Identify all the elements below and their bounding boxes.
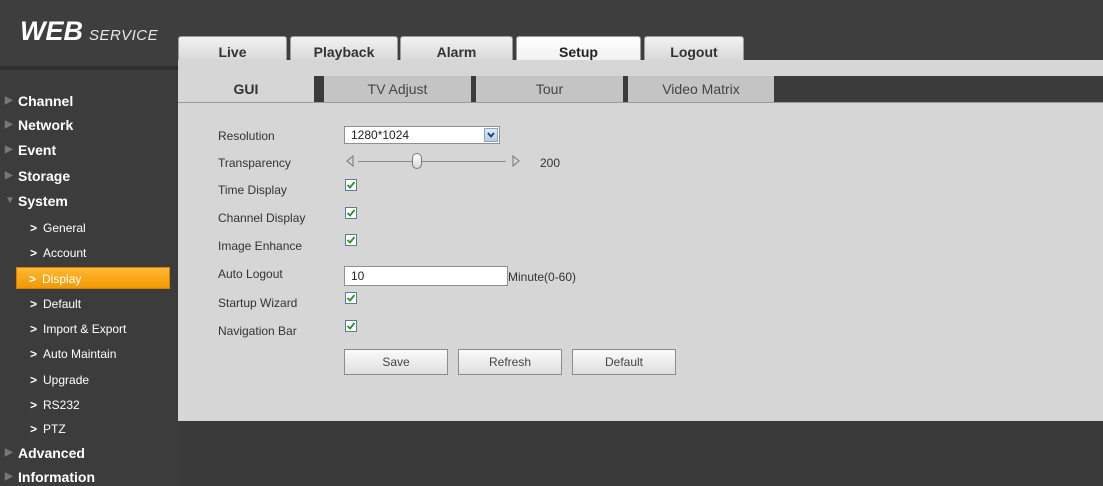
chevron-right-icon: >: [29, 272, 37, 286]
tab-gui[interactable]: GUI: [178, 76, 314, 102]
sidebar-item-channel[interactable]: ▶ Channel: [5, 90, 74, 112]
sidebar-item-upgrade[interactable]: > Upgrade: [18, 369, 172, 391]
transparency-slider-thumb[interactable]: [412, 153, 423, 169]
subtab-fill: [774, 76, 1103, 102]
sidebar-subitem-label: Import & Export: [43, 322, 127, 336]
navigation-bar-label: Navigation Bar: [218, 324, 297, 338]
subtab-divider: [314, 76, 324, 102]
slider-left-arrow-icon[interactable]: [344, 154, 356, 168]
channel-display-label: Channel Display: [218, 211, 306, 225]
top-header: WEB SERVICE Live Playback Alarm Setup Log…: [0, 0, 1103, 68]
sidebar: ▶ Channel ▶ Network ▶ Event ▶ Storage ▼ Syste…: [0, 66, 178, 486]
sidebar-item-auto-maintain[interactable]: > Auto Maintain: [18, 343, 172, 365]
sidebar-item-import-export[interactable]: > Import & Export: [18, 318, 172, 340]
channel-display-checkbox[interactable]: [345, 207, 357, 219]
web-service-logo: WEB SERVICE: [20, 16, 158, 47]
chevron-right-icon: >: [30, 373, 38, 387]
refresh-button[interactable]: Refresh: [458, 349, 562, 375]
resolution-label: Resolution: [218, 129, 275, 143]
sidebar-item-label: Advanced: [18, 445, 85, 461]
right-triangle-icon: ▶: [5, 471, 13, 482]
sidebar-item-label: Event: [18, 142, 57, 158]
sidebar-subitem-label: General: [43, 221, 86, 235]
default-button[interactable]: Default: [572, 349, 676, 375]
sidebar-item-general[interactable]: > General: [18, 217, 172, 239]
save-button[interactable]: Save: [344, 349, 448, 375]
slider-right-arrow-icon[interactable]: [510, 154, 522, 168]
chevron-right-icon: >: [30, 322, 38, 336]
sidebar-item-storage[interactable]: ▶ Storage: [5, 165, 71, 187]
sidebar-item-rs232[interactable]: > RS232: [18, 394, 172, 416]
sidebar-subitem-label: Default: [43, 297, 82, 311]
chevron-right-icon: >: [30, 398, 38, 412]
sidebar-item-label: Storage: [18, 168, 71, 184]
sidebar-item-label: System: [18, 193, 68, 209]
navigation-bar-checkbox[interactable]: [345, 320, 357, 332]
sidebar-item-label: Network: [18, 117, 74, 133]
sidebar-item-ptz[interactable]: > PTZ: [18, 418, 172, 440]
time-display-label: Time Display: [218, 183, 287, 197]
auto-logout-unit: Minute(0-60): [508, 270, 577, 284]
logo-small-text: SERVICE: [89, 27, 159, 44]
chevron-right-icon: >: [30, 246, 38, 260]
startup-wizard-checkbox[interactable]: [345, 292, 357, 304]
tab-tv-adjust[interactable]: TV Adjust: [324, 76, 471, 102]
sidebar-subitem-label: Account: [43, 246, 87, 260]
chevron-right-icon: >: [30, 347, 38, 361]
right-triangle-icon: ▶: [5, 170, 13, 181]
chevron-right-icon: >: [30, 422, 38, 436]
subtab-underline: [178, 102, 1103, 103]
sidebar-item-advanced[interactable]: ▶ Advanced: [5, 442, 85, 464]
resolution-value: 1280*1024: [351, 128, 410, 142]
resolution-select[interactable]: 1280*1024: [344, 126, 500, 144]
transparency-label: Transparency: [218, 156, 291, 170]
time-display-checkbox[interactable]: [345, 179, 357, 191]
sidebar-item-label: Information: [18, 469, 95, 485]
sidebar-item-information[interactable]: ▶ Information: [5, 466, 95, 486]
transparency-value: 200: [540, 156, 561, 170]
sidebar-item-system[interactable]: ▼ System: [5, 190, 68, 212]
right-triangle-icon: ▶: [5, 144, 13, 155]
sidebar-subitem-label: Display: [42, 272, 82, 286]
tab-video-matrix[interactable]: Video Matrix: [628, 76, 774, 102]
right-triangle-icon: ▶: [5, 95, 13, 106]
auto-logout-input[interactable]: 10: [344, 266, 508, 286]
startup-wizard-label: Startup Wizard: [218, 296, 298, 310]
right-triangle-icon: ▶: [5, 119, 13, 130]
settings-panel: GUI TV Adjust Tour Video Matrix Resoluti…: [178, 66, 1103, 421]
sidebar-item-event[interactable]: ▶ Event: [5, 139, 57, 161]
auto-logout-label: Auto Logout: [218, 267, 283, 281]
transparency-slider-track[interactable]: [358, 161, 506, 162]
sidebar-subitem-label: PTZ: [43, 422, 66, 436]
sidebar-item-account[interactable]: > Account: [18, 242, 172, 264]
image-enhance-checkbox[interactable]: [345, 234, 357, 246]
logo-bold-text: WEB: [20, 16, 83, 46]
chevron-right-icon: >: [30, 297, 38, 311]
right-triangle-icon: ▶: [5, 447, 13, 458]
sidebar-item-network[interactable]: ▶ Network: [5, 114, 74, 136]
tab-tour[interactable]: Tour: [476, 76, 623, 102]
chevron-right-icon: >: [30, 221, 38, 235]
sidebar-item-default[interactable]: > Default: [18, 293, 172, 315]
chevron-down-icon[interactable]: [484, 128, 498, 142]
down-triangle-icon: ▼: [5, 195, 15, 206]
bottom-background: [178, 421, 1103, 486]
image-enhance-label: Image Enhance: [218, 239, 303, 253]
sidebar-item-display[interactable]: > Display: [16, 267, 170, 289]
sidebar-subitem-label: Upgrade: [43, 373, 90, 387]
sidebar-subitem-label: Auto Maintain: [43, 347, 117, 361]
sidebar-item-label: Channel: [18, 93, 74, 109]
sidebar-subitem-label: RS232: [43, 398, 80, 412]
